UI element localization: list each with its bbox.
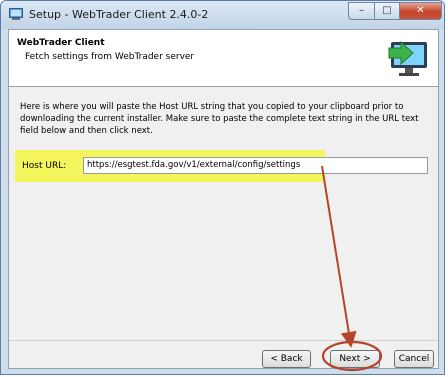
wizard-header: WebTrader Client Fetch settings from Web… [9, 30, 438, 87]
instructions-text: Here is where you will paste the Host UR… [20, 102, 419, 136]
footer-divider [9, 340, 438, 341]
title-bar[interactable]: Setup - WebTrader Client 2.4.0-2 – □ ✕ [1, 1, 444, 29]
close-button[interactable]: ✕ [399, 2, 442, 20]
back-button[interactable]: < Back [262, 350, 311, 368]
minimize-button[interactable]: – [348, 2, 375, 20]
host-url-input[interactable]: https://esgtest.fda.gov/v1/external/conf… [83, 157, 428, 174]
page-title: WebTrader Client [17, 38, 105, 48]
monitor-download-icon [388, 40, 427, 76]
wizard-body: WebTrader Client Fetch settings from Web… [8, 29, 439, 369]
cancel-button[interactable]: Cancel [394, 350, 434, 368]
next-button[interactable]: Next > [330, 350, 380, 368]
host-url-row: Host URL: https://esgtest.fda.gov/v1/ext… [9, 150, 438, 182]
maximize-button[interactable]: □ [374, 2, 400, 20]
page-subtitle: Fetch settings from WebTrader server [25, 52, 195, 62]
setup-window: Setup - WebTrader Client 2.4.0-2 – □ ✕ W… [0, 0, 445, 375]
window-title: Setup - WebTrader Client 2.4.0-2 [29, 8, 209, 21]
host-url-label: Host URL: [22, 161, 67, 171]
installer-icon [9, 8, 23, 20]
